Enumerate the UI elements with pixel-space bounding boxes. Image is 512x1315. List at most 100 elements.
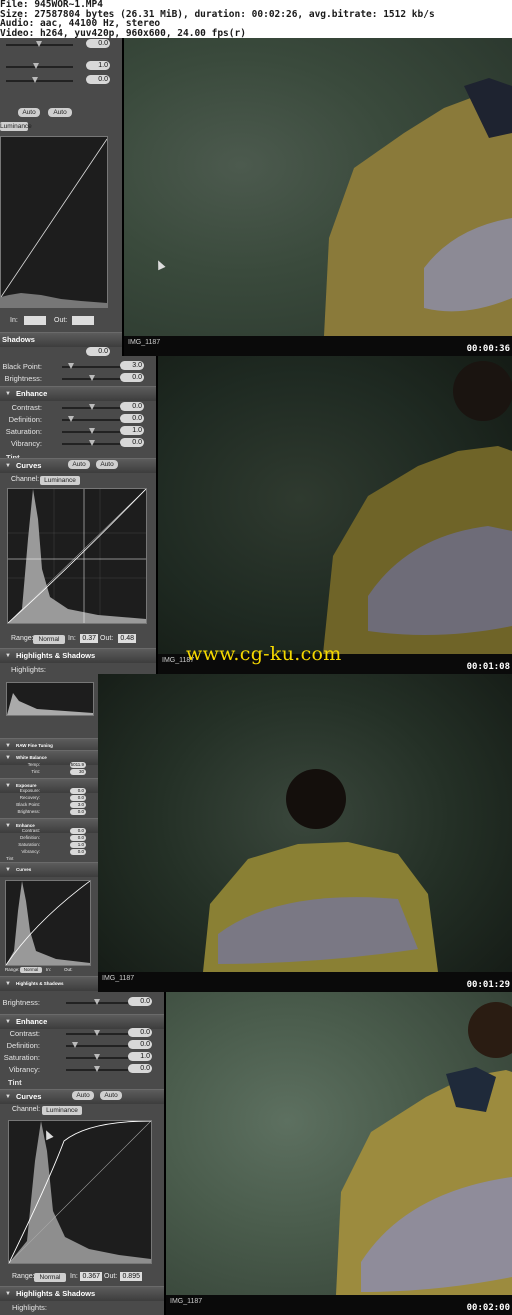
out-field[interactable]: [72, 316, 94, 325]
contrast-value[interactable]: 0.0: [120, 402, 144, 411]
range-label: Range:: [11, 635, 34, 642]
exposure-value[interactable]: 0.0: [70, 788, 86, 794]
tint-section[interactable]: Tint: [6, 856, 13, 861]
range-label: Range:: [12, 1273, 35, 1280]
auto-button[interactable]: Auto: [48, 108, 72, 117]
adjust-panel: 0.0 1.0 0.0 Auto Auto Luminance In: Out:…: [0, 38, 122, 356]
saturation-value[interactable]: 1.0: [70, 842, 86, 848]
range-select[interactable]: Normal: [33, 635, 65, 644]
temp-value[interactable]: 5011.9: [70, 762, 86, 768]
in-field[interactable]: [24, 316, 46, 325]
brightness-value[interactable]: 0.0: [128, 997, 152, 1006]
disclosure-triangle-icon[interactable]: ▼: [5, 863, 11, 877]
vibrancy-value[interactable]: 0.0: [120, 438, 144, 447]
photo-view[interactable]: IMG_1187: [98, 674, 512, 992]
file-info-header: File: 945WOR~1.MP4 Size: 27587804 bytes …: [0, 0, 512, 38]
disclosure-triangle-icon[interactable]: ▼: [5, 977, 11, 991]
enhance-section[interactable]: ▼ Enhance: [0, 386, 156, 401]
channel-select[interactable]: Luminance: [40, 476, 80, 485]
channel-select[interactable]: Luminance: [42, 1106, 82, 1115]
highlights-shadows-section[interactable]: ▼ Highlights & Shadows: [0, 976, 98, 991]
channel-label: Channel:: [12, 1106, 41, 1113]
highlights-label: Highlights:: [12, 1303, 48, 1312]
auto-button[interactable]: Auto: [100, 1091, 122, 1100]
contrast-value[interactable]: 0.0: [128, 1028, 152, 1037]
curves-graph[interactable]: [0, 136, 108, 308]
contrast-value[interactable]: 0.0: [70, 828, 86, 834]
vibrancy-value[interactable]: 0.0: [70, 849, 86, 855]
shadows-value[interactable]: 0.0: [86, 347, 110, 356]
range-select[interactable]: Normal: [34, 1273, 66, 1282]
video-frame-3: ▼ RAW Fine Tuning ▼ White Balance Temp: 501…: [0, 674, 512, 992]
tint-value[interactable]: 30: [70, 769, 86, 775]
photo-view[interactable]: IMG_1187: [166, 992, 512, 1315]
brightness-label: Brightness:: [2, 998, 40, 1007]
auto-button[interactable]: Auto: [18, 108, 40, 117]
auto-button[interactable]: Auto: [68, 460, 90, 469]
saturation-label: Saturation:: [5, 427, 42, 436]
slider-value[interactable]: 1.0: [86, 61, 110, 70]
definition-value[interactable]: 0.0: [120, 414, 144, 423]
histogram: [6, 682, 94, 716]
shadows-section[interactable]: Shadows: [0, 332, 122, 347]
in-label: In:: [46, 967, 52, 972]
vibrancy-label: Vibrancy:: [21, 849, 40, 854]
curves-graph[interactable]: [8, 1120, 152, 1264]
disclosure-triangle-icon[interactable]: ▼: [5, 1287, 11, 1301]
out-field[interactable]: 0.895: [120, 1272, 142, 1281]
black-point-value[interactable]: 3.0: [120, 361, 144, 370]
disclosure-triangle-icon[interactable]: ▼: [5, 1090, 11, 1104]
curves-graph[interactable]: [5, 880, 91, 966]
slider-value[interactable]: 0.0: [86, 75, 110, 84]
photo-view[interactable]: IMG_1187: [124, 38, 512, 356]
in-label: In:: [68, 635, 76, 642]
out-label: Out:: [100, 635, 114, 642]
channel-select[interactable]: Luminance: [0, 122, 32, 131]
slider-value[interactable]: 0.0: [86, 39, 110, 48]
auto-button[interactable]: Auto: [96, 460, 118, 469]
definition-label: Definition:: [6, 1041, 40, 1050]
black-point-label: Black Point:: [16, 802, 40, 807]
photo-content-image: [323, 361, 512, 654]
in-label: In:: [70, 1273, 78, 1280]
highlights-shadows-section[interactable]: ▼ Highlights & Shadows: [0, 1286, 164, 1301]
in-field[interactable]: 0.37: [80, 634, 98, 643]
highlights-label: Highlights:: [11, 665, 47, 674]
vibrancy-value[interactable]: 0.0: [128, 1064, 152, 1073]
out-label: Out:: [54, 317, 68, 324]
brightness-value[interactable]: 0.0: [120, 373, 144, 382]
saturation-label: Saturation:: [3, 1053, 40, 1062]
tint-label: Tint:: [31, 769, 40, 774]
tint-section[interactable]: Tint: [8, 1078, 22, 1087]
definition-value[interactable]: 0.0: [70, 835, 86, 841]
timestamp: 00:01:08: [466, 662, 510, 672]
out-label: Out:: [64, 967, 73, 972]
exposure-label: Exposure:: [19, 788, 40, 793]
out-label: Out:: [104, 1273, 118, 1280]
photo-content-image: [336, 1002, 512, 1295]
range-select[interactable]: Normal: [20, 967, 42, 973]
in-field[interactable]: 0.367: [80, 1272, 102, 1281]
saturation-value[interactable]: 1.0: [120, 426, 144, 435]
out-field[interactable]: 0.48: [118, 634, 136, 643]
disclosure-triangle-icon[interactable]: ▼: [5, 387, 11, 401]
black-point-value[interactable]: 3.0: [70, 802, 86, 808]
black-point-label: Black Point:: [2, 362, 42, 371]
vibrancy-label: Vibrancy:: [10, 439, 42, 448]
contrast-label: Contrast:: [9, 1029, 40, 1038]
definition-value[interactable]: 0.0: [128, 1040, 152, 1049]
curves-section[interactable]: ▼ Curves: [0, 862, 98, 877]
brightness-value[interactable]: 0.0: [70, 809, 86, 815]
highlights-shadows-section[interactable]: ▼ Highlights & Shadows: [0, 648, 156, 663]
photo-view[interactable]: IMG_1187: [158, 356, 512, 674]
saturation-value[interactable]: 1.0: [128, 1052, 152, 1061]
disclosure-triangle-icon[interactable]: ▼: [5, 459, 11, 473]
vibrancy-label: Vibrancy:: [8, 1065, 40, 1074]
recovery-label: Recovery:: [19, 795, 40, 800]
recovery-value[interactable]: 0.0: [70, 795, 86, 801]
timestamp: 00:00:36: [466, 344, 510, 354]
auto-button[interactable]: Auto: [72, 1091, 94, 1100]
brightness-label: Brightness:: [4, 374, 42, 383]
disclosure-triangle-icon[interactable]: ▼: [5, 649, 11, 663]
curves-graph[interactable]: [7, 488, 147, 624]
